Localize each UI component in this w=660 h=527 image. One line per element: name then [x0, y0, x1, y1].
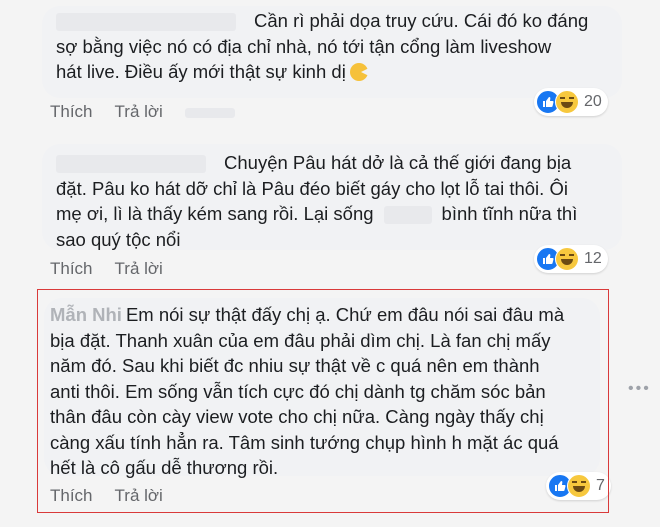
- like-link[interactable]: Thích: [50, 259, 93, 278]
- screenshot-canvas: Cần rì phải dọa truy cứu. Cái đó ko đáng…: [0, 0, 660, 527]
- comment-1-line-1: Cần rì phải dọa truy cứu. Cái đó ko đáng: [56, 8, 608, 34]
- reply-link[interactable]: Trả lời: [115, 259, 163, 278]
- blurred-author-name: [56, 13, 236, 32]
- highlight-box: [37, 289, 609, 513]
- comment-bubble-2: Chuyện Pâu hát dở là cả thế giới đang bị…: [42, 144, 622, 250]
- blurred-author-name: [56, 155, 206, 174]
- haha-icon: [555, 90, 579, 114]
- like-link[interactable]: Thích: [50, 102, 93, 121]
- reactions-1[interactable]: 20: [534, 88, 608, 116]
- comment-bubble-1: Cần rì phải dọa truy cứu. Cái đó ko đáng…: [42, 6, 622, 98]
- reaction-count-1: 20: [584, 93, 602, 110]
- comment-2-line-4: sao quý tộc nổi: [56, 228, 181, 250]
- comment-feed: Cần rì phải dọa truy cứu. Cái đó ko đáng…: [0, 0, 632, 527]
- comment-2-line-1: Chuyện Pâu hát dở là cả thế giới đang bị…: [56, 150, 608, 176]
- comment-1-actions: Thích Trả lời: [50, 102, 257, 122]
- comment-1-line-3: hát live. Điều ấy mới thật sự kinh dị: [56, 59, 608, 85]
- reaction-count-2: 12: [584, 250, 602, 267]
- haha-icon: [555, 247, 579, 271]
- reply-link[interactable]: Trả lời: [115, 102, 163, 121]
- comment-1-line-2: sợ bằng việc nó có địa chỉ nhà, nó tới t…: [56, 35, 552, 57]
- comment-2-line-3: mẹ ơi, lì là thấy kém sang rồi. Lại sống…: [56, 203, 578, 225]
- more-options-icon[interactable]: •••: [628, 380, 651, 398]
- blurred-timestamp: [184, 107, 235, 118]
- blurred-word: [383, 206, 432, 225]
- comment-2-line-2: đặt. Pâu ko hát dỡ chỉ là Pâu đéo biết g…: [56, 177, 568, 199]
- reactions-2[interactable]: 12: [534, 245, 608, 273]
- comment-2-actions: Thích Trả lời: [50, 259, 185, 279]
- pacman-emoji-icon: [349, 63, 369, 81]
